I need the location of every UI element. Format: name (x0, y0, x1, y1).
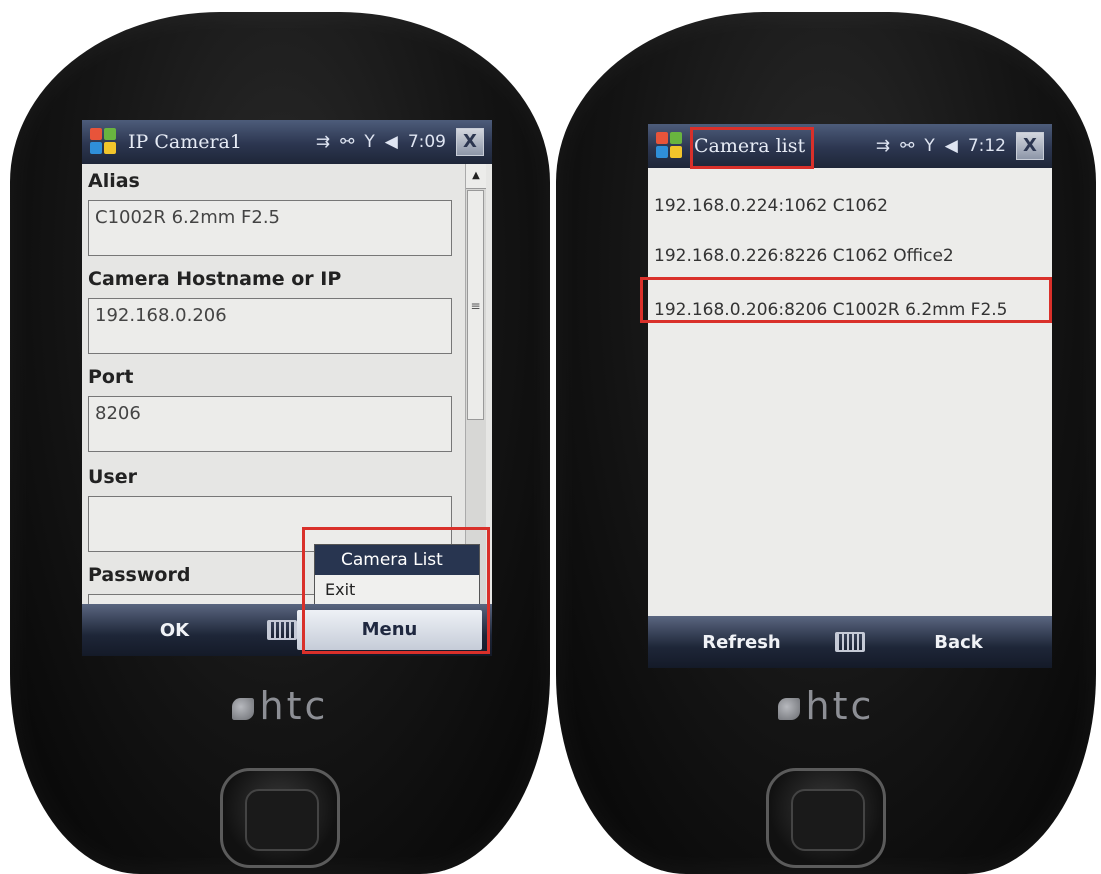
connectivity-icon[interactable]: ⇉ (316, 132, 330, 152)
right-phone: Camera list ⇉ ⚯ Y ◀ 7:12 X 192.168.0.224… (556, 12, 1096, 874)
close-button[interactable]: X (1016, 132, 1044, 160)
back-softkey[interactable]: Back (865, 632, 1052, 653)
brand-text: htc (805, 684, 875, 728)
enter-key[interactable] (245, 789, 319, 851)
right-screen: Camera list ⇉ ⚯ Y ◀ 7:12 X 192.168.0.224… (648, 124, 1052, 668)
scroll-thumb[interactable]: ≡ (467, 190, 484, 420)
alias-field[interactable]: C1002R 6.2mm F2.5 (88, 200, 452, 256)
list-item[interactable]: 192.168.0.226:8226 C1062 Office2 (654, 246, 954, 266)
volume-icon[interactable]: ◀ (385, 132, 398, 152)
window-title: IP Camera1 (128, 131, 242, 153)
enter-key[interactable] (791, 789, 865, 851)
annotation-box-selected-camera (640, 277, 1052, 323)
htc-mark-icon (231, 697, 254, 720)
refresh-softkey[interactable]: Refresh (648, 632, 835, 653)
data-connection-icon[interactable]: ⚯ (340, 132, 354, 152)
signal-icon[interactable]: Y (364, 132, 374, 152)
brand-text: htc (259, 684, 329, 728)
annotation-box-title (690, 127, 814, 169)
alias-label: Alias (88, 170, 140, 192)
htc-logo: htc (10, 684, 550, 728)
htc-mark-icon (777, 697, 800, 720)
signal-icon[interactable]: Y (924, 136, 934, 156)
clock-time[interactable]: 7:12 (968, 136, 1006, 156)
volume-icon[interactable]: ◀ (945, 136, 958, 156)
navigation-button[interactable] (220, 768, 340, 868)
annotation-box-menu (302, 527, 490, 654)
keyboard-icon[interactable] (835, 632, 865, 652)
list-item[interactable]: 192.168.0.224:1062 C1062 (654, 196, 888, 216)
softkey-bar: Refresh Back (648, 616, 1052, 668)
ok-softkey[interactable]: OK (82, 620, 267, 641)
user-label: User (88, 466, 137, 488)
keyboard-icon[interactable] (267, 620, 297, 640)
close-button[interactable]: X (456, 128, 484, 156)
password-label: Password (88, 564, 191, 586)
hostname-label: Camera Hostname or IP (88, 268, 342, 290)
clock-time[interactable]: 7:09 (408, 132, 446, 152)
port-label: Port (88, 366, 134, 388)
scroll-up-arrow-icon[interactable]: ▲ (466, 164, 486, 189)
status-icons: ⇉ ⚯ Y ◀ 7:12 (876, 136, 1006, 156)
left-phone: IP Camera1 ⇉ ⚯ Y ◀ 7:09 X Alias C1002R 6… (10, 12, 550, 874)
start-menu-icon[interactable] (656, 132, 684, 160)
hostname-field[interactable]: 192.168.0.206 (88, 298, 452, 354)
start-menu-icon[interactable] (90, 128, 118, 156)
status-icons: ⇉ ⚯ Y ◀ 7:09 (316, 132, 446, 152)
data-connection-icon[interactable]: ⚯ (900, 136, 914, 156)
title-bar: IP Camera1 ⇉ ⚯ Y ◀ 7:09 X (82, 120, 492, 164)
connectivity-icon[interactable]: ⇉ (876, 136, 890, 156)
htc-logo: htc (556, 684, 1096, 728)
port-field[interactable]: 8206 (88, 396, 452, 452)
navigation-button[interactable] (766, 768, 886, 868)
